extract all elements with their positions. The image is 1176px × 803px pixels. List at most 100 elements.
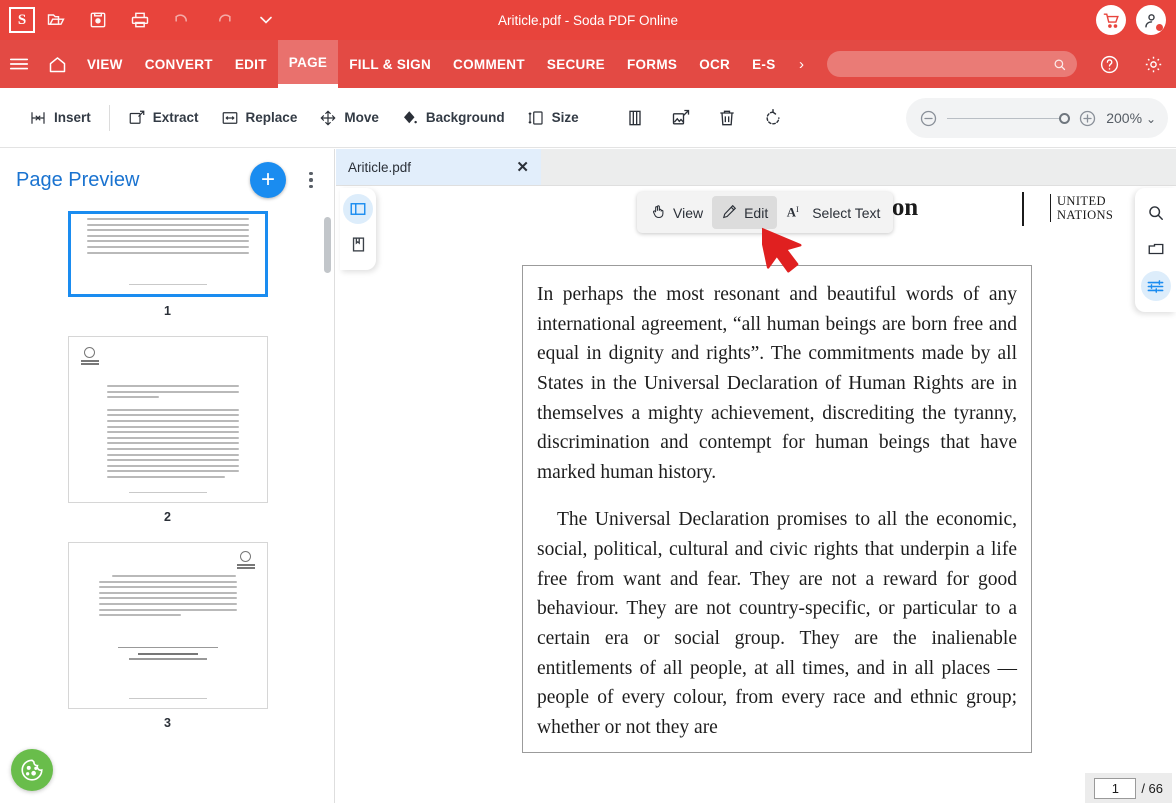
- zoom-slider[interactable]: [947, 118, 1069, 119]
- paragraph-2[interactable]: The Universal Declaration promises to al…: [537, 505, 1017, 742]
- thumbnail-list[interactable]: 1: [0, 211, 335, 803]
- rotate-icon[interactable]: [750, 97, 796, 139]
- cookie-settings-icon: [19, 757, 45, 783]
- nav-item-page[interactable]: PAGE: [278, 40, 338, 88]
- thumbnail-page-number: 2: [164, 510, 171, 524]
- thumbnail-page-number: 3: [164, 716, 171, 730]
- size-icon: [527, 109, 545, 127]
- kebab-menu-icon[interactable]: [296, 160, 326, 200]
- nav-overflow-chevron-icon[interactable]: ›: [787, 40, 817, 88]
- search-input[interactable]: [837, 57, 1052, 71]
- bookmarks-tab[interactable]: [343, 229, 373, 259]
- edit-mode-label: Edit: [744, 205, 768, 221]
- thumbnail-item[interactable]: 1: [0, 211, 335, 336]
- move-button[interactable]: Move: [308, 97, 390, 139]
- hand-icon: [650, 203, 667, 223]
- move-icon: [319, 109, 337, 127]
- search-icon[interactable]: [1141, 197, 1171, 227]
- right-tool-rail: [1135, 188, 1176, 312]
- thumbnail-item[interactable]: 3: [0, 542, 335, 748]
- notification-dot: [1156, 24, 1163, 31]
- extract-label: Extract: [153, 110, 199, 125]
- insert-button[interactable]: Insert: [18, 97, 102, 139]
- pdf-page[interactable]: roduction UNITED NATIONS In perhaps the …: [346, 186, 1136, 786]
- thumbnail-page-3[interactable]: [68, 542, 268, 709]
- settings-gear-icon[interactable]: [1135, 40, 1173, 88]
- size-button[interactable]: Size: [516, 97, 590, 139]
- background-button[interactable]: Background: [390, 97, 516, 139]
- nav-item-view[interactable]: VIEW: [76, 40, 134, 88]
- main-navbar: VIEW CONVERT EDIT PAGE FILL & SIGN COMME…: [0, 40, 1176, 88]
- nav-item-forms[interactable]: FORMS: [616, 40, 688, 88]
- zoom-level-label[interactable]: 200% ⌄: [1106, 110, 1156, 126]
- zoom-control: 200% ⌄: [906, 98, 1168, 138]
- nav-item-comment[interactable]: COMMENT: [442, 40, 536, 88]
- view-mode-button[interactable]: View: [641, 196, 712, 229]
- print-icon[interactable]: [119, 0, 161, 40]
- zoom-in-icon[interactable]: [1077, 108, 1098, 129]
- paragraph-1[interactable]: In perhaps the most resonant and beautif…: [537, 280, 1017, 487]
- sidebar-header: Page Preview +: [0, 149, 334, 211]
- header-actions: [1096, 0, 1166, 40]
- save-icon[interactable]: [77, 0, 119, 40]
- undo-icon[interactable]: [161, 0, 203, 40]
- document-viewport[interactable]: roduction UNITED NATIONS In perhaps the …: [336, 186, 1176, 803]
- hamburger-menu-icon[interactable]: [0, 40, 38, 88]
- replace-label: Replace: [246, 110, 298, 125]
- redo-icon[interactable]: [203, 0, 245, 40]
- size-label: Size: [552, 110, 579, 125]
- nav-search-box[interactable]: [827, 51, 1077, 77]
- total-pages-label: / 66: [1141, 781, 1163, 796]
- close-icon[interactable]: ✕: [516, 158, 529, 176]
- nav-item-ocr[interactable]: OCR: [688, 40, 741, 88]
- chevron-down-icon[interactable]: [245, 0, 287, 40]
- sidebar-scrollbar[interactable]: [324, 217, 331, 273]
- export-image-icon[interactable]: [658, 97, 704, 139]
- page-counter: / 66: [1085, 773, 1172, 803]
- replace-button[interactable]: Replace: [210, 97, 309, 139]
- thumbnail-page-2[interactable]: [68, 336, 268, 503]
- pencil-icon: [721, 203, 738, 223]
- split-page-icon[interactable]: [612, 97, 658, 139]
- panel-icon[interactable]: [1141, 234, 1171, 264]
- zoom-out-icon[interactable]: [918, 108, 939, 129]
- select-text-icon: A I: [786, 203, 806, 223]
- select-text-label: Select Text: [812, 205, 880, 221]
- nav-item-fill-and-sign[interactable]: FILL & SIGN: [338, 40, 442, 88]
- extract-icon: [128, 109, 146, 127]
- ribbon-divider: [109, 105, 110, 131]
- un-line-1: UNITED: [1057, 194, 1106, 208]
- open-folder-icon[interactable]: [35, 0, 77, 40]
- page-preview-title: Page Preview: [16, 169, 250, 192]
- search-icon: [1052, 57, 1067, 72]
- nav-item-convert[interactable]: CONVERT: [134, 40, 224, 88]
- svg-text:I: I: [796, 204, 799, 214]
- thumbnail-page-1[interactable]: [68, 211, 268, 297]
- thumbnail-item[interactable]: 2: [0, 336, 335, 542]
- soda-pdf-logo[interactable]: S: [9, 7, 35, 33]
- extract-button[interactable]: Extract: [117, 97, 210, 139]
- nav-item-edit[interactable]: EDIT: [224, 40, 278, 88]
- page-thumbnails-tab[interactable]: [343, 194, 373, 224]
- nav-item-secure[interactable]: SECURE: [536, 40, 616, 88]
- zoom-slider-knob[interactable]: [1059, 113, 1070, 124]
- cart-icon[interactable]: [1096, 5, 1126, 35]
- thumbnail-footer: [69, 492, 267, 494]
- help-icon[interactable]: [1091, 40, 1129, 88]
- thumbnail-footer: [71, 284, 265, 286]
- account-icon[interactable]: [1136, 5, 1166, 35]
- page-preview-sidebar: Page Preview +: [0, 149, 335, 803]
- adjustments-icon[interactable]: [1141, 271, 1171, 301]
- nav-item-esign[interactable]: E-S: [741, 40, 786, 88]
- delete-icon[interactable]: [704, 97, 750, 139]
- editable-text-box[interactable]: In perhaps the most resonant and beautif…: [522, 265, 1032, 753]
- zoom-chevron-down-icon: ⌄: [1146, 112, 1156, 126]
- document-tab[interactable]: Ariticle.pdf ✕: [336, 149, 541, 185]
- thumbnail-footer: [69, 698, 267, 700]
- current-page-input[interactable]: [1094, 778, 1136, 799]
- add-page-button[interactable]: +: [250, 162, 286, 198]
- home-icon[interactable]: [38, 40, 76, 88]
- cookie-settings-button[interactable]: [11, 749, 53, 791]
- background-label: Background: [426, 110, 505, 125]
- zoom-level-value: 200%: [1106, 110, 1142, 126]
